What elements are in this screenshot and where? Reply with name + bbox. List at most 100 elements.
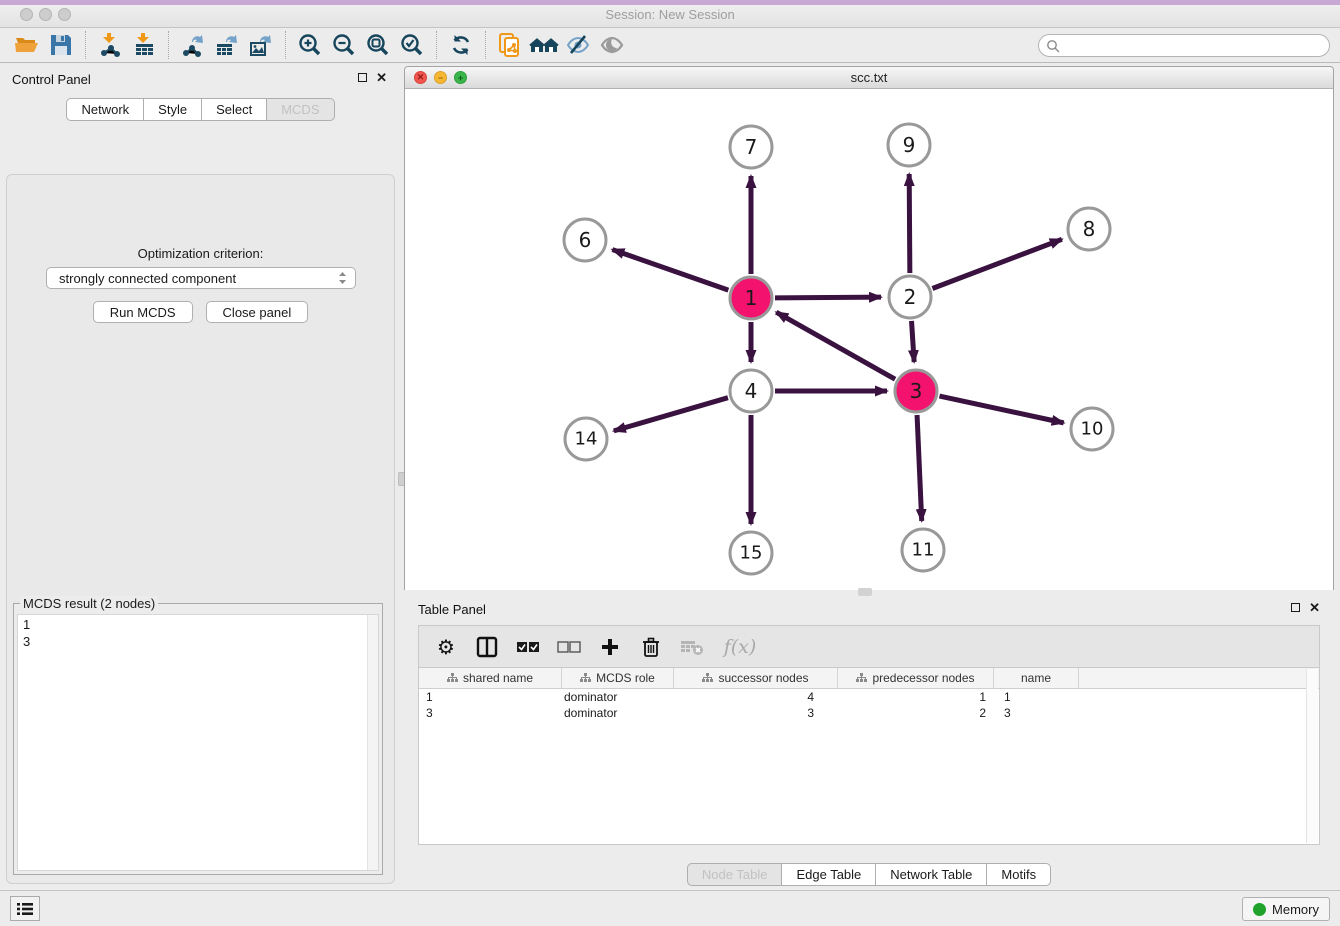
tab-edge-table[interactable]: Edge Table xyxy=(782,863,876,886)
node-3[interactable]: 3 xyxy=(895,370,937,412)
node-9[interactable]: 9 xyxy=(888,124,930,166)
import-table-icon[interactable] xyxy=(127,30,161,60)
node-11[interactable]: 11 xyxy=(902,529,944,571)
column-browser-icon[interactable] xyxy=(474,634,500,660)
task-history-button[interactable] xyxy=(10,896,40,921)
node-7[interactable]: 7 xyxy=(730,126,772,168)
show-all-icon[interactable] xyxy=(595,30,629,60)
horizontal-splitter-grip[interactable] xyxy=(858,588,872,596)
table-settings-gear-icon[interactable]: ⚙ xyxy=(433,634,459,660)
table-row[interactable]: 1dominator411 xyxy=(419,689,1319,705)
table-row[interactable]: 3dominator323 xyxy=(419,705,1319,721)
clone-network-icon[interactable] xyxy=(493,30,527,60)
tab-network-table[interactable]: Network Table xyxy=(876,863,987,886)
memory-button[interactable]: Memory xyxy=(1242,897,1330,921)
edge-2-9[interactable] xyxy=(909,174,910,273)
node-table: shared nameMCDS rolesuccessor nodes prede… xyxy=(418,668,1320,845)
close-panel-icon[interactable]: ✕ xyxy=(1309,603,1320,612)
export-network-icon[interactable] xyxy=(176,30,210,60)
result-line: 1 xyxy=(23,616,378,633)
edge-2-3[interactable] xyxy=(912,321,915,362)
select-all-columns-icon[interactable] xyxy=(515,634,541,660)
app-titlebar: Session: New Session xyxy=(0,0,1340,28)
list-icon xyxy=(17,902,33,916)
node-15[interactable]: 15 xyxy=(730,532,772,574)
open-session-icon[interactable] xyxy=(10,30,44,60)
table-cell[interactable]: dominator xyxy=(562,690,674,704)
table-toolbar: ⚙ f(x) xyxy=(418,625,1320,668)
table-cell[interactable]: 4 xyxy=(674,690,838,704)
zoom-out-icon[interactable] xyxy=(327,30,361,60)
toolbar-separator xyxy=(85,31,86,59)
import-network-icon[interactable] xyxy=(93,30,127,60)
close-panel-button[interactable]: Close panel xyxy=(206,301,309,323)
tab-style[interactable]: Style xyxy=(144,98,202,121)
svg-text:11: 11 xyxy=(912,540,935,561)
tab-select[interactable]: Select xyxy=(202,98,267,121)
tab-mcds[interactable]: MCDS xyxy=(267,98,334,121)
table-cell[interactable]: 2 xyxy=(838,706,994,720)
delete-column-icon[interactable] xyxy=(638,634,664,660)
hide-selected-icon[interactable] xyxy=(561,30,595,60)
optimization-label: Optimization criterion: xyxy=(7,246,394,261)
app-title: Session: New Session xyxy=(0,7,1340,22)
column-header-successor-nodes[interactable]: successor nodes xyxy=(674,668,838,688)
result-scrollbar[interactable] xyxy=(367,615,378,870)
table-cell[interactable]: 1 xyxy=(994,690,1079,704)
edge-3-10[interactable] xyxy=(939,396,1063,423)
zoom-selected-icon[interactable] xyxy=(395,30,429,60)
close-panel-icon[interactable]: ✕ xyxy=(376,73,387,82)
edge-2-8[interactable] xyxy=(932,239,1061,288)
edge-1-2[interactable] xyxy=(775,297,881,298)
memory-label: Memory xyxy=(1272,902,1319,917)
network-window: ✕ − + scc.txt 7 9 6 8 1 2 4 3 14 10 15 11 xyxy=(404,66,1334,590)
node-4[interactable]: 4 xyxy=(730,370,772,412)
table-cell[interactable]: dominator xyxy=(562,706,674,720)
tab-node-table[interactable]: Node Table xyxy=(687,863,783,886)
node-14[interactable]: 14 xyxy=(565,418,607,460)
edge-1-6[interactable] xyxy=(612,250,728,291)
column-header-shared-name[interactable]: shared name xyxy=(419,668,562,688)
deselect-all-columns-icon[interactable] xyxy=(556,634,582,660)
export-table-icon[interactable] xyxy=(210,30,244,60)
table-cell[interactable]: 1 xyxy=(419,690,562,704)
search-input[interactable] xyxy=(1064,38,1329,53)
node-8[interactable]: 8 xyxy=(1068,208,1110,250)
node-6[interactable]: 6 xyxy=(564,219,606,261)
tab-motifs[interactable]: Motifs xyxy=(987,863,1051,886)
network-window-titlebar[interactable]: ✕ − + scc.txt xyxy=(405,67,1333,89)
edge-4-14[interactable] xyxy=(614,398,728,431)
edge-3-11[interactable] xyxy=(917,415,922,521)
network-canvas[interactable]: 7 9 6 8 1 2 4 3 14 10 15 11 xyxy=(405,89,1333,590)
edge-3-1[interactable] xyxy=(776,312,895,379)
criterion-select[interactable]: strongly connected component xyxy=(46,267,356,289)
table-cell[interactable]: 1 xyxy=(838,690,994,704)
mcds-panel: Optimization criterion: strongly connect… xyxy=(6,174,395,884)
mcds-result-textarea[interactable]: 13 xyxy=(17,614,379,871)
column-label: predecessor nodes xyxy=(872,671,974,685)
table-cell[interactable]: 3 xyxy=(419,706,562,720)
refresh-icon[interactable] xyxy=(444,30,478,60)
column-header-name[interactable]: name xyxy=(994,668,1079,688)
node-10[interactable]: 10 xyxy=(1071,408,1113,450)
toolbar-separator xyxy=(168,31,169,59)
column-header-predecessor-nodes[interactable]: predecessor nodes xyxy=(838,668,994,688)
table-cell[interactable]: 3 xyxy=(994,706,1079,720)
table-scrollbar[interactable] xyxy=(1306,669,1318,843)
zoom-fit-icon[interactable] xyxy=(361,30,395,60)
node-1[interactable]: 1 xyxy=(730,277,772,319)
svg-text:9: 9 xyxy=(903,133,916,157)
float-panel-icon[interactable] xyxy=(358,73,367,82)
node-2[interactable]: 2 xyxy=(889,276,931,318)
save-session-icon[interactable] xyxy=(44,30,78,60)
add-column-icon[interactable] xyxy=(597,634,623,660)
column-header-MCDS-role[interactable]: MCDS role xyxy=(562,668,674,688)
run-mcds-button[interactable]: Run MCDS xyxy=(93,301,193,323)
table-panel-title: Table Panel xyxy=(418,602,486,617)
first-neighbors-icon[interactable] xyxy=(527,30,561,60)
tab-network[interactable]: Network xyxy=(66,98,144,121)
float-panel-icon[interactable] xyxy=(1291,603,1300,612)
export-image-icon[interactable] xyxy=(244,30,278,60)
table-cell[interactable]: 3 xyxy=(674,706,838,720)
zoom-in-icon[interactable] xyxy=(293,30,327,60)
